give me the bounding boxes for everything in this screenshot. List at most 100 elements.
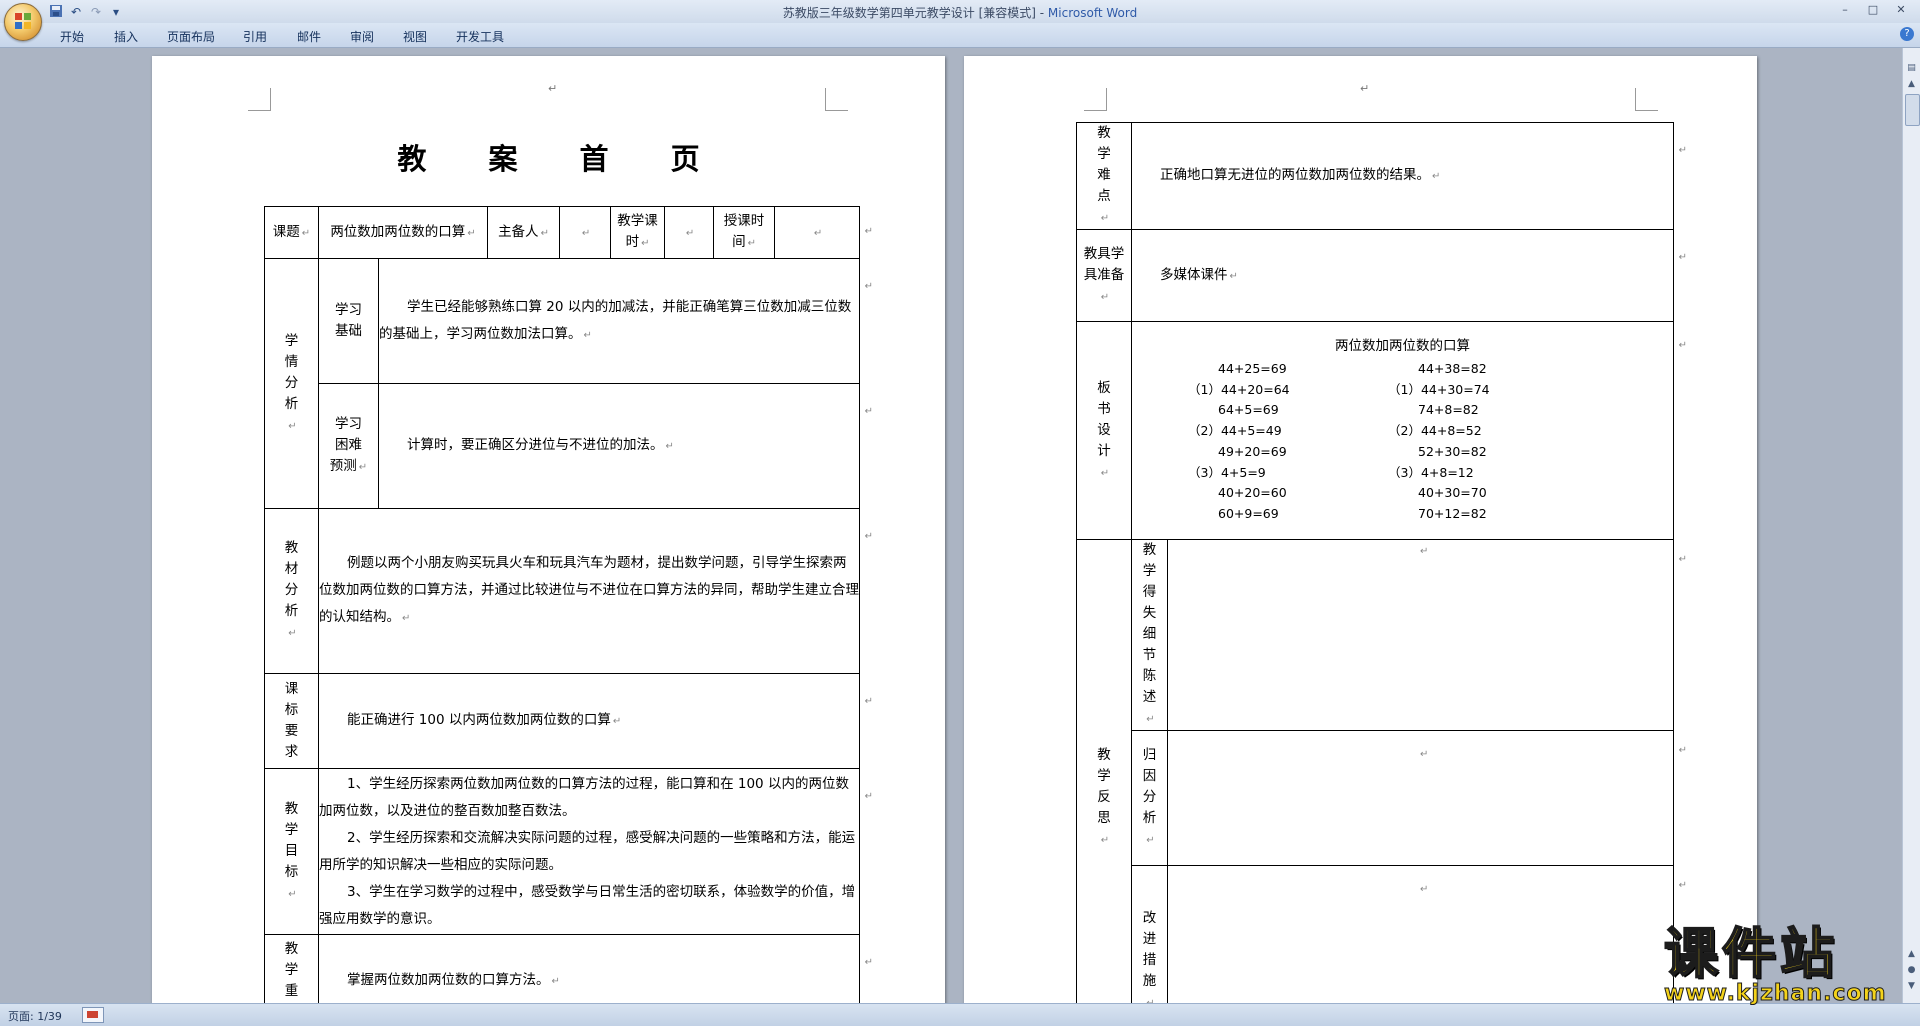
reflection-cause-label: 归因分析↵: [1131, 730, 1168, 866]
board-line: （2）44+5=49: [1188, 423, 1282, 439]
board-line: （1）44+30=74: [1388, 381, 1490, 397]
board-design-content[interactable]: 两位数加两位数的口算 44+25=69 （1）44+20=64 64+5=69 …: [1130, 321, 1687, 540]
window-title: 苏教版三年级数学第四单元教学设计 [兼容模式] - Microsoft Word: [0, 4, 1920, 21]
maximize-icon[interactable]: □: [1860, 2, 1886, 18]
select-browse-object-icon[interactable]: ●: [1905, 964, 1918, 977]
tab-references[interactable]: 引用: [243, 28, 267, 45]
scroll-up-icon[interactable]: ▲: [1905, 78, 1918, 91]
student-analysis-label: 学情分析↵: [264, 258, 319, 509]
preparer-label: 主备人 ↵: [487, 206, 561, 259]
table-row: 学情分析↵ 学习基础 学生已经能够熟练口算 20 以内的加减法，并能正确笔算三位…: [264, 258, 873, 509]
document-title: 苏教版三年级数学第四单元教学设计 [兼容模式] -: [782, 6, 1048, 20]
board-line: 60+9=69: [1218, 506, 1279, 522]
topic-value[interactable]: 两位数加两位数的口算 ↵: [317, 206, 489, 259]
teaching-difficulty-text[interactable]: 正确地口算无进位的两位数加两位数的结果。 ↵ ↵: [1130, 122, 1687, 230]
time-label: 授课时间 ↵: [713, 206, 776, 259]
goals-text[interactable]: 1、学生经历探索两位数加两位数的口算方法的过程，能口算和在 100 以内的两位数…: [317, 768, 873, 935]
material-analysis-text[interactable]: 例题以两个小朋友购买玩具火车和玩具汽车为题材，提出数学问题，引导学生探索两位数加…: [317, 508, 873, 674]
reflection-improve-label: 改进措施↵: [1131, 865, 1168, 1003]
ribbon-tabs: 开始 插入 页面布局 引用 邮件 审阅 视图 开发工具 ?: [0, 23, 1920, 48]
board-line: 64+5=69: [1218, 402, 1279, 418]
help-icon[interactable]: ?: [1900, 27, 1914, 41]
table-row: 课题 ↵ 两位数加两位数的口算 ↵ 主备人 ↵ ↵ 教学课时 ↵ ↵ 授课时间 ↵ ↵ ↵: [264, 206, 873, 259]
reflection-label: 教学反思↵: [1076, 539, 1132, 1003]
next-page-icon[interactable]: ▼: [1905, 980, 1918, 993]
ruler-toggle-icon[interactable]: ▤: [1905, 62, 1918, 75]
document-area[interactable]: ↵ 教 案 首 页 课题 ↵ 两位数加两位数的口算 ↵ 主备人 ↵ ↵ 教学课时 ↵ ↵…: [0, 48, 1903, 1003]
board-line: 70+12=82: [1418, 506, 1487, 522]
proofing-icon[interactable]: [82, 1007, 104, 1023]
learning-difficulty-text[interactable]: 计算时，要正确区分进位与不进位的加法。 ↵ ↵: [377, 383, 873, 509]
paragraph-mark: ↵: [1360, 82, 1370, 95]
office-button[interactable]: [4, 3, 42, 41]
window-controls: – □ ✕: [1832, 2, 1914, 18]
reflection-cause-text[interactable]: ↵ ↵: [1166, 730, 1687, 866]
tab-view[interactable]: 视图: [403, 28, 427, 45]
page-1[interactable]: ↵ 教 案 首 页 课题 ↵ 两位数加两位数的口算 ↵ 主备人 ↵ ↵ 教学课时 ↵ ↵…: [152, 56, 945, 1003]
time-value[interactable]: ↵ ↵: [774, 206, 873, 259]
tab-review[interactable]: 审阅: [350, 28, 374, 45]
key-points-text[interactable]: 掌握两位数加两位数的口算方法。 ↵ ↵: [317, 934, 873, 1003]
learning-basis-label: 学习基础: [318, 258, 379, 384]
table-row: 教具学具准备↵ 多媒体课件 ↵ ↵: [1076, 229, 1687, 322]
table-row: 教材分析↵ 例题以两个小朋友购买玩具火车和玩具汽车为题材，提出数学问题，引导学生…: [264, 508, 873, 674]
board-line: （2）44+8=52: [1388, 423, 1482, 439]
crop-mark: [1084, 88, 1107, 111]
crop-mark: [248, 88, 271, 111]
board-line: （3）4+8=12: [1388, 464, 1474, 480]
minimize-icon[interactable]: –: [1832, 2, 1858, 18]
previous-page-icon[interactable]: ▲: [1905, 948, 1918, 961]
teaching-tools-text[interactable]: 多媒体课件 ↵ ↵: [1130, 229, 1687, 322]
site-watermark: 课件站 www.kjzhan.com: [1663, 922, 1904, 1007]
board-line: 44+25=69: [1218, 360, 1287, 376]
key-points-label: 教学重点: [264, 934, 319, 1003]
learning-basis-text[interactable]: 学生已经能够熟练口算 20 以内的加减法，并能正确笔算三位数加减三位数的基础上，…: [377, 258, 873, 384]
topic-label: 课题 ↵: [264, 206, 319, 259]
reflection-detail-text[interactable]: ↵ ↵: [1166, 539, 1687, 731]
tab-home[interactable]: 开始: [60, 28, 84, 45]
vertical-scrollbar[interactable]: ▤ ▲ ▲ ● ▼: [1902, 48, 1920, 1003]
reflection-improve-text[interactable]: ↵ ↵: [1166, 865, 1687, 1003]
tab-mailings[interactable]: 邮件: [297, 28, 321, 45]
hours-value[interactable]: ↵: [664, 206, 715, 259]
table-row: 板书设计↵ 两位数加两位数的口算 44+25=69 （1）44+20=64 64…: [1076, 321, 1687, 540]
goal-item: 1、学生经历探索两位数加两位数的口算方法的过程，能口算和在 100 以内的两位数…: [319, 775, 849, 819]
board-line: （3）4+5=9: [1188, 464, 1266, 480]
watermark-url: www.kjzhan.com: [1664, 981, 1887, 1006]
table-row: 课标要求 能正确进行 100 以内两位数加两位数的口算 ↵ ↵: [264, 673, 873, 769]
close-icon[interactable]: ✕: [1888, 2, 1914, 18]
board-design-label: 板书设计↵: [1076, 321, 1132, 540]
paragraph-mark: ↵: [548, 82, 558, 95]
board-line: （1）44+20=64: [1188, 381, 1290, 397]
page-2[interactable]: ↵ 教学难点↵ 正确地口算无进位的两位数加两位数的结果。 ↵ ↵ 教具学具准备↵ 多…: [964, 56, 1757, 1003]
tab-insert[interactable]: 插入: [114, 28, 138, 45]
teaching-difficulty-label: 教学难点↵: [1076, 122, 1132, 230]
crop-mark: [1635, 88, 1658, 111]
board-title: 两位数加两位数的口算: [1335, 337, 1470, 354]
board-line: 49+20=69: [1218, 443, 1287, 459]
teaching-tools-label: 教具学具准备↵: [1076, 229, 1132, 322]
table-row: 改进措施↵ ↵ ↵: [1077, 865, 1687, 1003]
app-name: Microsoft Word: [1047, 6, 1138, 20]
title-bar: ↶ ↷ ▾ 苏教版三年级数学第四单元教学设计 [兼容模式] - Microsof…: [0, 0, 1920, 41]
board-column-left: 44+25=69 （1）44+20=64 64+5=69 （2）44+5=49 …: [1188, 359, 1388, 525]
page-count[interactable]: 页面: 1/39: [8, 1008, 62, 1024]
board-line: 52+30=82: [1418, 443, 1487, 459]
status-bar: 页面: 1/39: [0, 1003, 1920, 1026]
tab-page-layout[interactable]: 页面布局: [167, 28, 215, 45]
goals-label: 教学目标↵: [264, 768, 319, 935]
watermark-name: 课件站: [1663, 922, 1838, 985]
standard-text[interactable]: 能正确进行 100 以内两位数加两位数的口算 ↵ ↵: [317, 673, 873, 769]
learning-difficulty-label: 学习困难预测 ↵: [318, 383, 379, 509]
table-row: 学习困难预测 ↵ 计算时，要正确区分进位与不进位的加法。 ↵ ↵: [265, 383, 873, 509]
scroll-thumb[interactable]: [1905, 94, 1920, 126]
standard-label: 课标要求: [264, 673, 319, 769]
tab-developer[interactable]: 开发工具: [456, 28, 504, 45]
board-line: 74+8=82: [1418, 402, 1479, 418]
lesson-plan-table-continued: 教学难点↵ 正确地口算无进位的两位数加两位数的结果。 ↵ ↵ 教具学具准备↵ 多媒体…: [1076, 122, 1687, 1003]
reflection-detail-label: 教学得失细节陈述↵: [1131, 539, 1168, 731]
preparer-value[interactable]: ↵: [559, 206, 612, 259]
table-row: 教学难点↵ 正确地口算无进位的两位数加两位数的结果。 ↵ ↵: [1076, 122, 1687, 230]
page-title: 教 案 首 页: [397, 142, 726, 176]
lesson-plan-table: 课题 ↵ 两位数加两位数的口算 ↵ 主备人 ↵ ↵ 教学课时 ↵ ↵ 授课时间 ↵ ↵ ↵ …: [264, 206, 873, 1003]
